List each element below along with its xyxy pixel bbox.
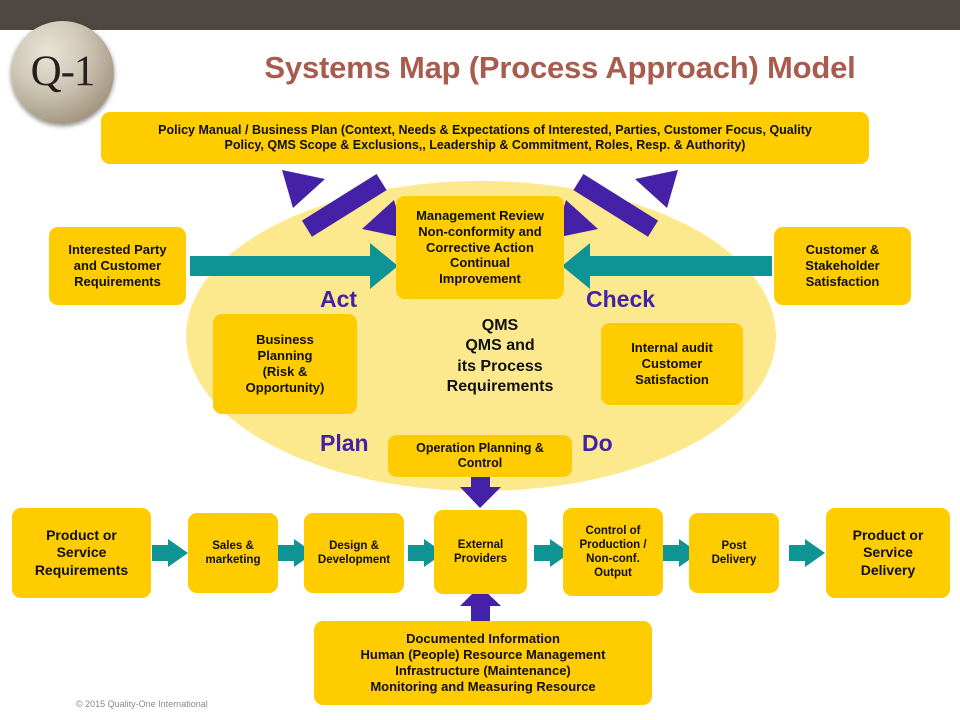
process-box-design-development: Design & Development: [304, 513, 404, 593]
support-line-4: Monitoring and Measuring Resource: [370, 678, 596, 694]
policy-manual-box: Policy Manual / Business Plan (Context, …: [101, 112, 869, 164]
pdca-label-act: Act: [320, 286, 358, 312]
internal-audit-box: Internal audit Customer Satisfaction: [601, 323, 743, 405]
business-planning-box: Business Planning (Risk & Opportunity): [213, 314, 357, 414]
qms-line-2: QMS and: [465, 337, 535, 355]
quality-one-logo: Q-1: [11, 21, 114, 124]
process-box-sales-marketing: Sales & marketing: [188, 513, 278, 593]
pdca-label-plan: Plan: [320, 430, 369, 456]
chain-arrow-6: [789, 539, 825, 567]
process-box-product-requirements: Product or Service Requirements: [12, 508, 151, 598]
chain-arrow-1: [152, 539, 188, 567]
support-line-1: Documented Information: [406, 631, 560, 647]
policy-line-1: Policy Manual / Business Plan (Context, …: [158, 122, 812, 137]
copyright-text: © 2015 Quality-One International: [76, 699, 208, 709]
pdca-label-do: Do: [582, 430, 613, 456]
process-box-product-delivery: Product or Service Delivery: [826, 508, 950, 598]
documented-information-box: Documented Information Human (People) Re…: [314, 621, 652, 705]
customer-satisfaction-box: Customer & Stakeholder Satisfaction: [774, 227, 911, 305]
pdca-label-check: Check: [586, 286, 656, 312]
process-box-post-delivery: Post Delivery: [689, 513, 779, 593]
policy-line-2: Policy, QMS Scope & Exclusions,, Leaders…: [224, 138, 746, 152]
logo-text: Q-1: [30, 48, 96, 95]
management-review-box: Management Review Non-conformity and Cor…: [396, 196, 564, 299]
operation-planning-box: Operation Planning & Control: [388, 435, 572, 477]
qms-center-text: QMS QMS and its Process Requirements: [390, 316, 610, 398]
process-box-external-providers: External Providers: [434, 510, 527, 594]
support-line-3: Infrastructure (Maintenance): [395, 663, 571, 678]
page-title: Systems Map (Process Approach) Model: [264, 50, 856, 85]
systems-map-diagram: Q-1 Systems Map (Process Approach) Model: [0, 0, 960, 720]
support-line-2: Human (People) Resource Management: [360, 647, 606, 663]
qms-line-4: Requirements: [446, 378, 554, 396]
header-bar: [0, 0, 960, 30]
qms-line-1: QMS: [481, 317, 519, 334]
process-box-control-production: Control of Production / Non-conf. Output: [563, 508, 663, 596]
interested-party-box: Interested Party and Customer Requiremen…: [49, 227, 186, 305]
qms-line-3: its Process: [457, 357, 543, 375]
